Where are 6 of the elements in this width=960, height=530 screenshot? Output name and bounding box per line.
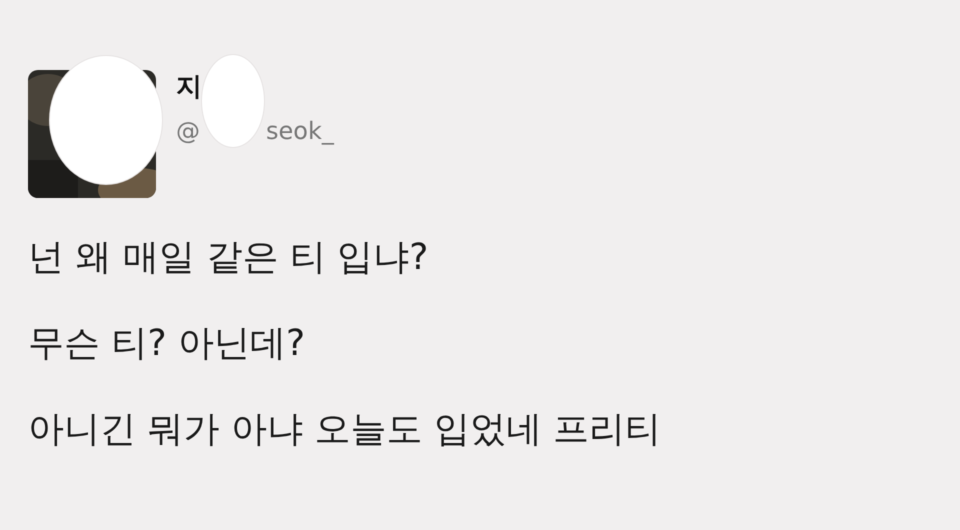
user-handle: seok_ bbox=[266, 117, 334, 146]
tweet-text: 넌 왜 매일 같은 티 입냐? bbox=[28, 236, 430, 280]
user-name: 지 bbox=[176, 72, 203, 104]
user-handle: @ bbox=[176, 117, 200, 146]
tweet-text: 무슨 티? 아닌데? bbox=[28, 322, 306, 366]
tweet-text: 아니긴 뭐가 아냐 오늘도 입었네 프리티 bbox=[28, 408, 662, 452]
